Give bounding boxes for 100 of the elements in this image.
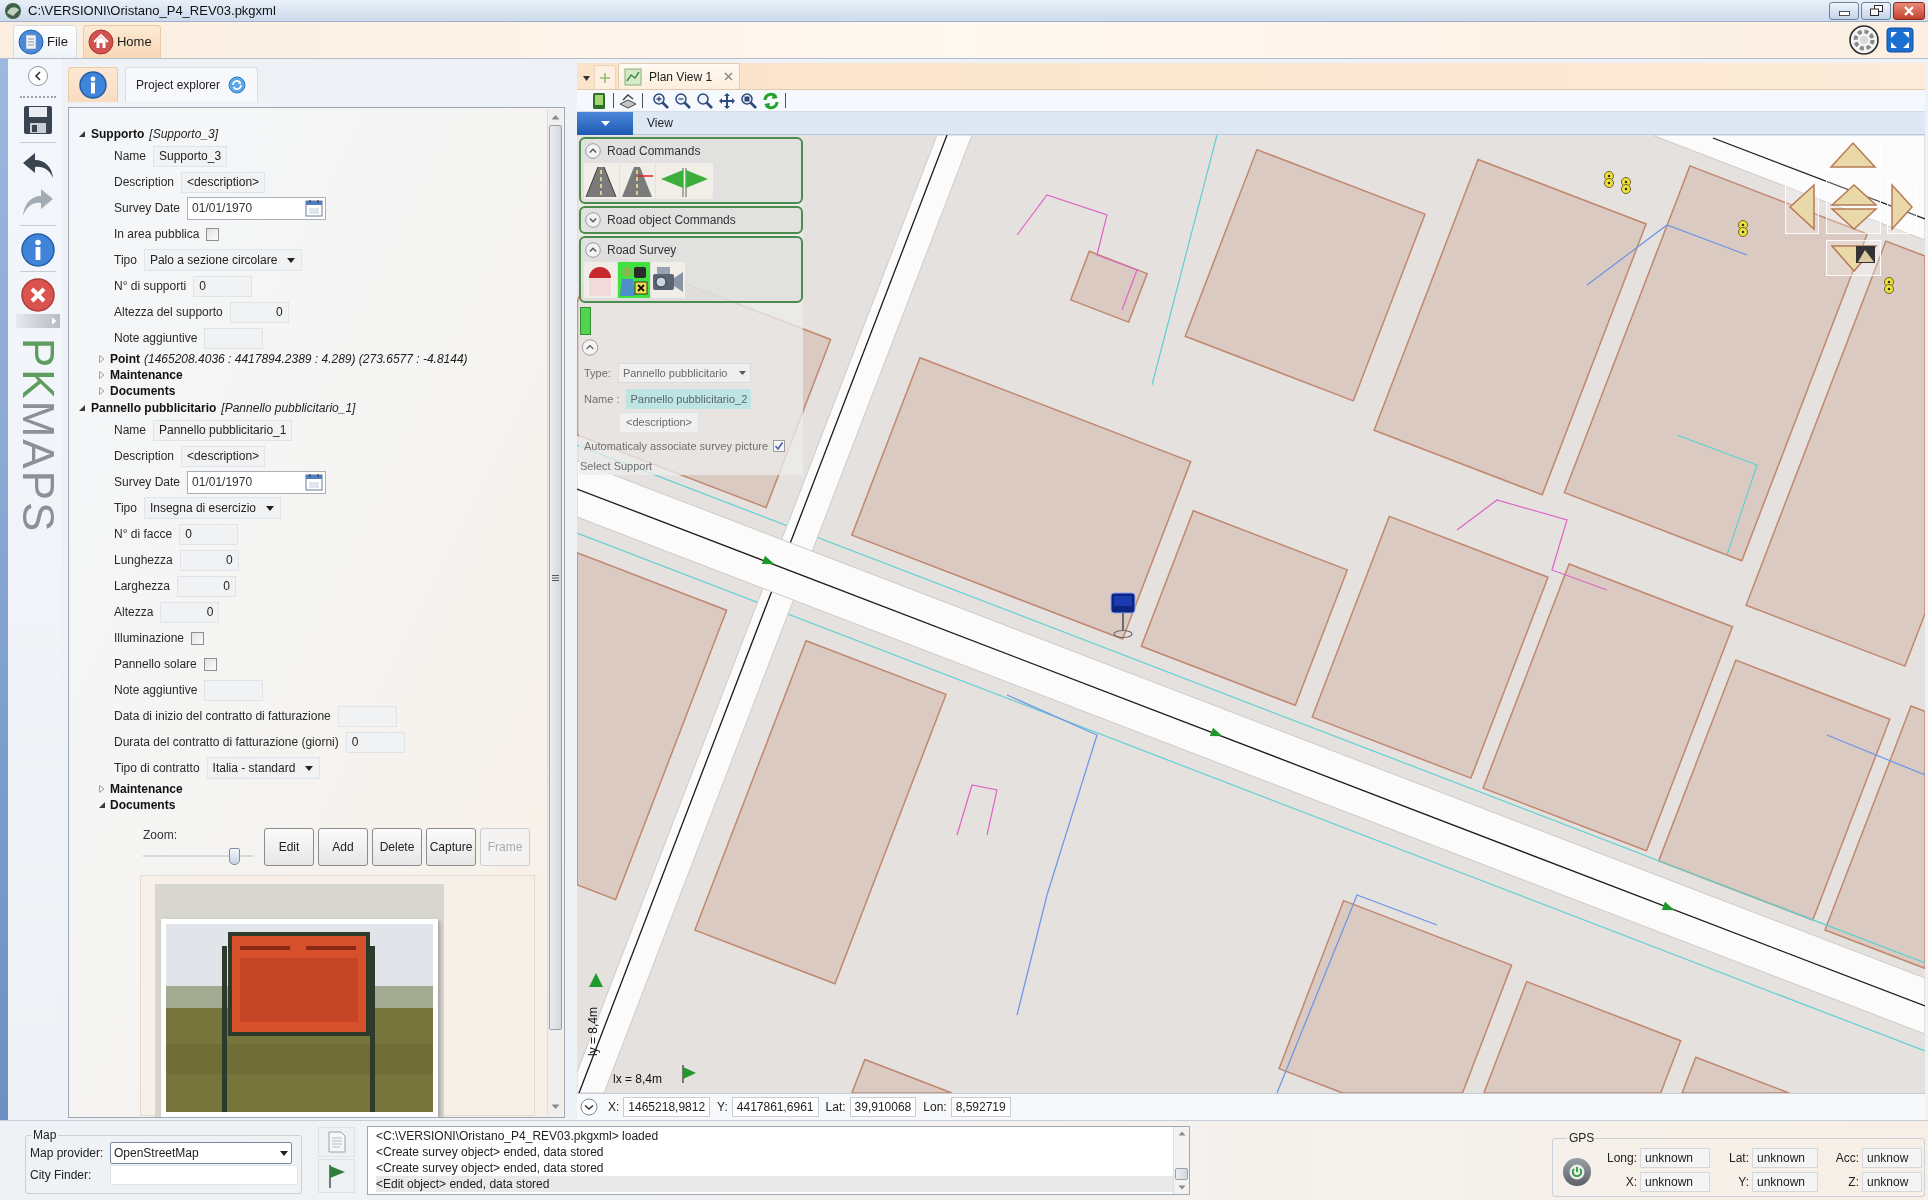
info-icon[interactable] — [21, 233, 55, 267]
dropdown[interactable]: Italia - standard — [206, 757, 321, 779]
date-field[interactable]: 01/01/1970 — [187, 196, 327, 220]
chevron-down-icon[interactable] — [580, 1098, 598, 1116]
pan-up-button[interactable] — [1825, 138, 1881, 171]
text-field[interactable]: Supporto_3 — [153, 145, 228, 167]
delete-icon[interactable] — [21, 278, 55, 312]
checkbox[interactable] — [773, 440, 786, 453]
tablet-icon[interactable] — [590, 91, 608, 110]
city-finder-field[interactable] — [110, 1165, 298, 1185]
zoom-window-icon[interactable] — [740, 91, 758, 110]
number-field[interactable]: 0 — [179, 549, 239, 571]
text-field[interactable]: 0 — [179, 523, 239, 545]
collapse-button[interactable] — [28, 66, 48, 86]
gps-field: unknow — [1862, 1172, 1922, 1192]
group-header[interactable]: Road object Commands — [581, 208, 801, 232]
dropdown[interactable]: Insegna di esercizio — [143, 497, 281, 519]
text-field[interactable]: <description> — [181, 445, 266, 467]
checkbox[interactable] — [206, 227, 220, 241]
panel-tab[interactable]: Project explorer — [125, 67, 258, 102]
capture-button[interactable]: Capture — [426, 828, 476, 866]
restore-button[interactable] — [1861, 1, 1891, 20]
slider-thumb[interactable] — [229, 848, 241, 865]
scrollbar-thumb[interactable] — [1175, 1168, 1188, 1180]
view-menu-button[interactable] — [577, 111, 633, 135]
layers-icon[interactable] — [619, 91, 637, 110]
expander-icon[interactable] — [78, 130, 86, 138]
zoom-slider[interactable] — [143, 848, 253, 866]
survey-point-icon[interactable] — [1621, 177, 1631, 194]
pan-left-button[interactable] — [1785, 180, 1819, 234]
delete-button[interactable]: Delete — [372, 828, 422, 866]
checkbox[interactable] — [191, 631, 205, 645]
minimize-button[interactable] — [1829, 1, 1859, 20]
log-entry[interactable]: <C:\VERSIONI\Oristano_P4_REV03.pkgxml> loaded — [376, 1128, 1173, 1144]
scrollbar-track[interactable] — [547, 109, 562, 1116]
dropdown[interactable]: Palo a sezione circolare — [143, 249, 303, 271]
scroll-down-icon[interactable] — [550, 1104, 560, 1110]
field-label: Tipo — [114, 500, 137, 517]
expander-icon[interactable] — [78, 404, 86, 412]
zoom-out-icon[interactable] — [674, 91, 692, 110]
view-tab[interactable]: Plan View 1 — [618, 63, 740, 89]
group-title: Maintenance — [110, 367, 183, 384]
date-field[interactable]: 01/01/1970 — [187, 470, 327, 494]
pan-icon[interactable] — [718, 91, 736, 110]
fullscreen-icon[interactable] — [1886, 27, 1914, 53]
edit-button[interactable]: Edit — [264, 828, 314, 866]
tool-button[interactable] — [618, 262, 650, 298]
name-field[interactable]: Pannello pubblicitario_2 — [626, 389, 752, 410]
save-icon[interactable] — [23, 105, 53, 135]
ribbon-tab[interactable]: File — [13, 25, 77, 58]
zoom-in-icon[interactable] — [652, 91, 670, 110]
power-button[interactable] — [1563, 1158, 1591, 1186]
panel-tab[interactable] — [68, 67, 118, 102]
group-header[interactable]: Road Commands — [581, 139, 801, 163]
pan-right-button[interactable] — [1887, 180, 1917, 234]
log-entry[interactable]: <Edit object> ended, data stored — [376, 1176, 1173, 1192]
tool-handle[interactable] — [580, 307, 591, 336]
calendar-icon[interactable] — [305, 199, 324, 217]
settings-icon[interactable] — [1849, 25, 1879, 55]
zoom-icon[interactable] — [696, 91, 714, 110]
text-field[interactable]: 0 — [193, 275, 253, 297]
tool-button[interactable] — [651, 262, 685, 298]
chevron-up-icon[interactable] — [581, 339, 599, 357]
scrollbar-thumb[interactable] — [548, 125, 562, 1030]
group-header[interactable]: Road Survey — [581, 238, 801, 262]
number-field[interactable]: 0 — [160, 601, 220, 623]
log-flag-button[interactable] — [318, 1159, 355, 1193]
add-button[interactable]: Add — [318, 828, 368, 866]
survey-point-icon[interactable] — [1884, 277, 1894, 294]
text-field[interactable]: <description> — [181, 171, 266, 193]
number-field[interactable]: 0 — [229, 301, 289, 323]
view-tab[interactable]: View — [647, 114, 673, 132]
survey-point-icon[interactable] — [1738, 220, 1748, 237]
scroll-up-icon[interactable] — [1177, 1131, 1186, 1136]
close-button[interactable] — [1893, 1, 1925, 20]
type-dropdown[interactable]: Pannello pubblicitario — [617, 363, 752, 384]
log-entry[interactable]: <Create survey object> ended, data stored — [376, 1144, 1173, 1160]
number-field[interactable]: 0 — [177, 575, 237, 597]
calendar-icon[interactable] — [305, 473, 324, 491]
scrollbar-track[interactable] — [1173, 1127, 1189, 1194]
checkbox[interactable] — [203, 657, 217, 671]
log-entry[interactable]: <Create survey object> ended, data stored — [376, 1160, 1173, 1176]
text-field[interactable]: 0 — [345, 731, 405, 753]
ribbon-tab[interactable]: Home — [82, 25, 161, 58]
caret-down-icon — [600, 120, 610, 126]
direction-arrow-icon — [761, 555, 775, 565]
view-preview-button[interactable] — [1826, 240, 1881, 276]
sign-marker-icon[interactable] — [1110, 592, 1136, 639]
close-icon[interactable] — [724, 72, 733, 81]
tool-button[interactable] — [584, 163, 619, 199]
scroll-up-icon[interactable] — [550, 114, 560, 120]
undo-icon[interactable] — [22, 152, 54, 179]
description-field[interactable]: <description> — [619, 412, 700, 433]
map-provider-dropdown[interactable]: OpenStreetMap — [110, 1142, 292, 1164]
scroll-down-icon[interactable] — [1177, 1185, 1186, 1190]
tool-button[interactable] — [584, 262, 617, 298]
text-field[interactable]: Pannello pubblicitario_1 — [153, 419, 293, 441]
expander-icon[interactable] — [98, 801, 106, 809]
survey-point-icon[interactable] — [1604, 171, 1614, 188]
pan-center-button[interactable] — [1826, 180, 1881, 234]
